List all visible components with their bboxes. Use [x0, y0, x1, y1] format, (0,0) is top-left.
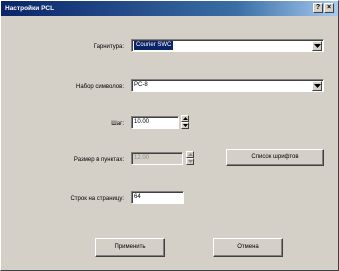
close-button[interactable]: × [324, 3, 334, 13]
help-button[interactable]: ? [313, 3, 323, 13]
lines-per-page-value: 64 [134, 194, 141, 200]
typeface-label: Гарнитура: [93, 44, 124, 50]
pitch-label: Шаг: [111, 121, 124, 127]
chevron-down-icon [314, 44, 321, 48]
symbol-set-dropdown-button[interactable] [312, 81, 322, 91]
pitch-spin-down-button[interactable] [181, 122, 189, 129]
title-bar[interactable]: Настройки PCL ? × [1, 1, 338, 16]
point-size-label: Размер в пунктах: [73, 157, 124, 163]
typeface-value: Courier SWC [134, 41, 174, 50]
pitch-spin-up-button[interactable] [181, 115, 189, 122]
lines-per-page-label: Строк на страницу: [70, 196, 124, 202]
font-list-button[interactable]: Список шрифтов [226, 149, 324, 166]
point-size-spin-up-button [186, 151, 194, 158]
cancel-button[interactable]: Отмена [213, 238, 283, 257]
chevron-down-icon [314, 84, 321, 88]
point-size-spin-down-button [186, 158, 194, 165]
point-size-input: 12.00 [131, 152, 183, 165]
symbol-set-label: Набор символов: [75, 84, 124, 90]
point-size-spinner [186, 151, 194, 165]
pitch-spinner[interactable] [181, 115, 189, 129]
point-size-value: 12.00 [134, 155, 150, 161]
typeface-dropdown-button[interactable] [312, 41, 322, 51]
arrow-up-icon [183, 117, 188, 120]
arrow-down-icon [183, 124, 188, 127]
window-title: Настройки PCL [5, 5, 55, 12]
pitch-value: 10.00 [134, 119, 150, 125]
pitch-input[interactable]: 10.00 [131, 116, 179, 129]
arrow-down-icon [188, 160, 193, 163]
arrow-up-icon [188, 153, 193, 156]
apply-button[interactable]: Применить [95, 238, 165, 257]
pcl-settings-dialog: Настройки PCL ? × Гарнитура: Courier SWC… [0, 0, 339, 271]
symbol-set-value: PC-8 [134, 82, 148, 88]
lines-per-page-input[interactable]: 64 [131, 191, 184, 204]
symbol-set-combobox[interactable]: PC-8 [131, 79, 324, 92]
typeface-combobox[interactable]: Courier SWC [131, 39, 324, 52]
